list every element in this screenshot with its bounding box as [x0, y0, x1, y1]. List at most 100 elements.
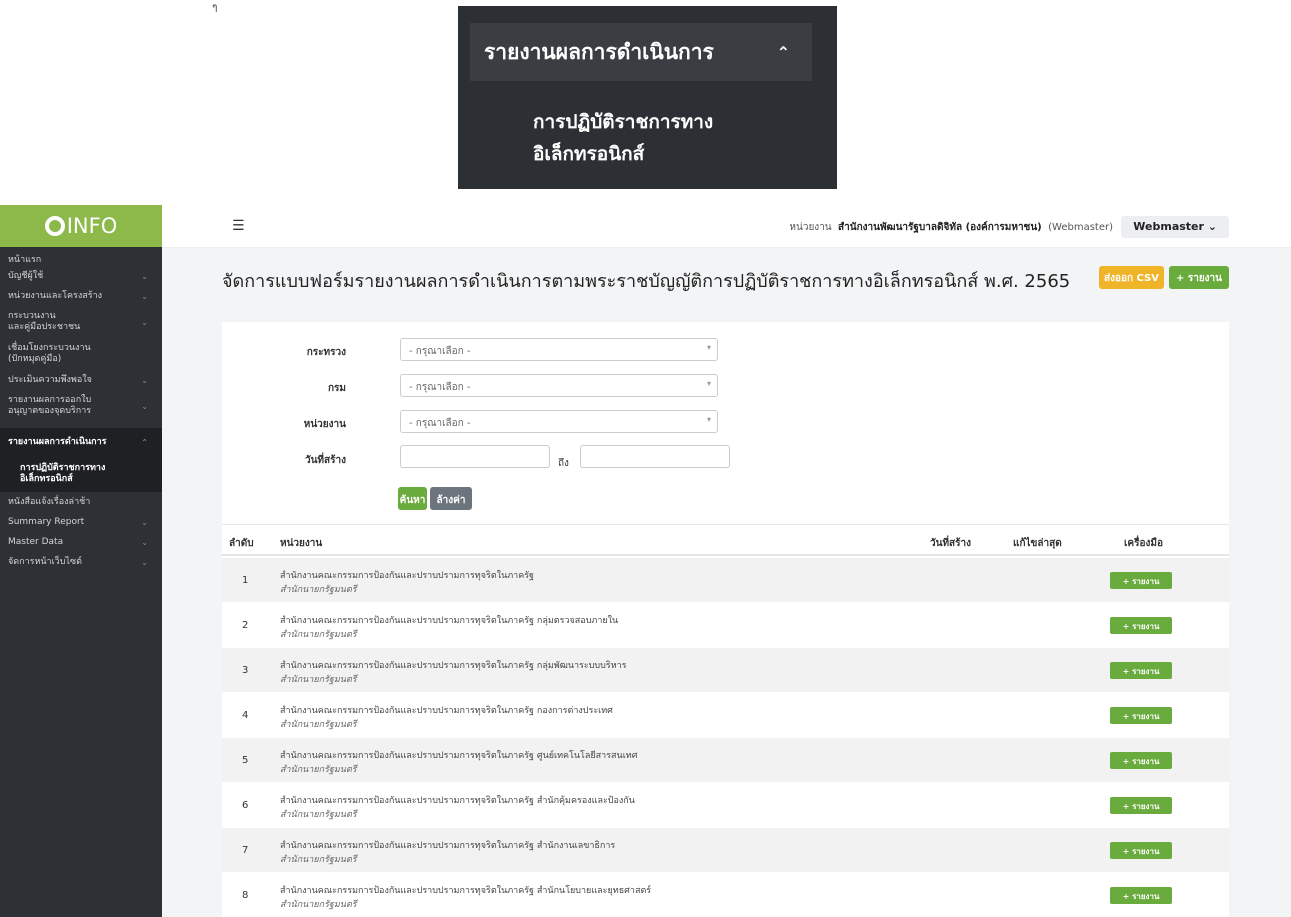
- chevron-down-icon: ⌄: [141, 291, 148, 301]
- row-unit-name: สำนักงานคณะกรรมการป้องกันและปราบปรามการท…: [280, 661, 627, 671]
- row-unit-name: สำนักงานคณะกรรมการป้องกันและปราบปรามการท…: [280, 796, 635, 806]
- row-add-report-button[interactable]: + รายงาน: [1110, 797, 1172, 814]
- date-to-input[interactable]: [580, 445, 730, 468]
- sidebar-item[interactable]: รายงานผลการออกใบ อนุญาตของจุดบริการ ⌄: [0, 390, 162, 422]
- row-unit-name: สำนักงานคณะกรรมการป้องกันและปราบปรามการท…: [280, 571, 535, 581]
- sidebar-item[interactable]: รายงานผลการดำเนินการ ⌃: [0, 428, 162, 456]
- row-add-report-button[interactable]: + รายงาน: [1110, 572, 1172, 589]
- row-add-report-button[interactable]: + รายงาน: [1110, 842, 1172, 859]
- table-row: 4 สำนักงานคณะกรรมการป้องกันและปราบปรามการ…: [222, 693, 1229, 738]
- sidebar: INFO หน้าแรก บัญชีผู้ใช้ ⌄ หน่วยงานและโครงส…: [0, 205, 162, 917]
- ministry-value: - กรุณาเลือก -: [409, 346, 471, 357]
- sidebar-item-label: การปฏิบัติราชการทาง อิเล็กทรอนิกส์: [20, 463, 106, 484]
- sidebar-item-label: Summary Report: [8, 516, 85, 527]
- row-unit-parent: สำนักนายกรัฐมนตรี: [280, 720, 357, 730]
- date-from-input[interactable]: [400, 445, 550, 468]
- col-edited: แก้ไขล่าสุด: [1013, 538, 1062, 549]
- unit-value: - กรุณาเลือก -: [409, 418, 471, 429]
- ministry-select[interactable]: - กรุณาเลือก - ▾: [400, 338, 718, 361]
- row-number: 6: [242, 800, 249, 811]
- col-created: วันที่สร้าง: [930, 538, 972, 549]
- row-add-report-button[interactable]: + รายงาน: [1110, 752, 1172, 769]
- dropdown-arrow-icon: ▾: [706, 379, 711, 388]
- chevron-up-icon: ⌃: [776, 42, 790, 62]
- chevron-up-icon: ⌃: [141, 437, 148, 447]
- sidebar-item[interactable]: หนังสือแจ้งเรื่องล่าช้า: [0, 492, 162, 512]
- zoom-submenu-line1: การปฏิบัติราชการทาง: [533, 111, 714, 133]
- hamburger-icon[interactable]: ☰: [232, 218, 245, 234]
- page-title: จัดการแบบฟอร์มรายงานผลการดำเนินการตามพระ…: [222, 271, 1071, 292]
- sidebar-item[interactable]: หน่วยงานและโครงสร้าง ⌄: [0, 286, 162, 306]
- sidebar-item[interactable]: ประเมินความพึงพอใจ ⌄: [0, 370, 162, 390]
- row-unit-parent: สำนักนายกรัฐมนตรี: [280, 630, 357, 640]
- logo-text: INFO: [66, 214, 118, 238]
- table-header: ลำดับ หน่วยงาน วันที่สร้าง แก้ไขล่าสุด เ…: [222, 524, 1229, 556]
- top-bar: ☰ หน่วยงาน สำนักงานพัฒนารัฐบาลดิจิทัล (อ…: [162, 205, 1291, 248]
- sidebar-item[interactable]: เชื่อมโยงกระบวนงาน (ปักหมุดคู่มือ): [0, 338, 162, 370]
- row-number: 1: [242, 575, 249, 586]
- sidebar-item[interactable]: Summary Report ⌄: [0, 512, 162, 532]
- table-row: 7 สำนักงานคณะกรรมการป้องกันและปราบปรามการ…: [222, 828, 1229, 873]
- sidebar-item-label: รายงานผลการออกใบ อนุญาตของจุดบริการ: [8, 395, 92, 416]
- row-add-report-button[interactable]: + รายงาน: [1110, 617, 1172, 634]
- main-content: กระทรวง - กรุณาเลือก - ▾ กรม - กรุณาเลือก…: [162, 310, 1291, 917]
- logo[interactable]: INFO: [0, 205, 162, 247]
- user-name: Webmaster: [1133, 220, 1204, 233]
- table-row: 1 สำนักงานคณะกรรมการป้องกันและปราบปรามการ…: [222, 558, 1229, 603]
- row-unit-parent: สำนักนายกรัฐมนตรี: [280, 900, 357, 910]
- table-row: 3 สำนักงานคณะกรรมการป้องกันและปราบปรามการ…: [222, 648, 1229, 693]
- row-unit-name: สำนักงานคณะกรรมการป้องกันและปราบปรามการท…: [280, 616, 619, 626]
- zoomed-menu-panel: รายงานผลการดำเนินการ ⌃ การปฏิบัติราชการท…: [458, 6, 837, 189]
- sidebar-item[interactable]: หน้าแรก: [0, 255, 162, 266]
- col-tools: เครื่องมือ: [1124, 538, 1163, 549]
- chevron-down-icon: ⌄: [141, 401, 148, 411]
- sidebar-nav: หน้าแรก บัญชีผู้ใช้ ⌄ หน่วยงานและโครงสร้าง ⌄…: [0, 247, 162, 572]
- chevron-down-icon: ⌄: [141, 271, 148, 281]
- role-label: (Webmaster): [1048, 222, 1113, 233]
- dept-select[interactable]: - กรุณาเลือก - ▾: [400, 374, 718, 397]
- row-unit-parent: สำนักนายกรัฐมนตรี: [280, 810, 357, 820]
- zoom-submenu-item[interactable]: การปฏิบัติราชการทาง อิเล็กทรอนิกส์: [533, 106, 773, 170]
- dropdown-arrow-icon: ▾: [706, 415, 711, 424]
- sidebar-item-label: หน่วยงานและโครงสร้าง: [8, 290, 103, 301]
- sidebar-item[interactable]: จัดการหน้าเว็บไซต์ ⌄: [0, 552, 162, 572]
- sidebar-item[interactable]: บัญชีผู้ใช้ ⌄: [0, 266, 162, 286]
- chevron-down-icon: ⌄: [141, 517, 148, 527]
- dropdown-arrow-icon: ▾: [706, 343, 711, 352]
- sidebar-item[interactable]: กระบวนงาน และคู่มือประชาชน ⌄: [0, 306, 162, 338]
- search-button[interactable]: ค้นหา: [398, 487, 427, 510]
- col-no: ลำดับ: [229, 538, 254, 549]
- row-unit-parent: สำนักนายกรัฐมนตรี: [280, 675, 357, 685]
- chevron-down-icon: ⌄: [1207, 220, 1217, 233]
- unit-select[interactable]: - กรุณาเลือก - ▾: [400, 410, 718, 433]
- unit-select-label: หน่วยงาน: [303, 419, 346, 430]
- date-to-label: ถึง: [558, 458, 569, 469]
- date-label: วันที่สร้าง: [304, 455, 346, 466]
- row-add-report-button[interactable]: + รายงาน: [1110, 887, 1172, 904]
- unit-name: สำนักงานพัฒนารัฐบาลดิจิทัล (องค์การมหาชน…: [838, 222, 1042, 233]
- sidebar-item-label: จัดการหน้าเว็บไซต์: [8, 556, 82, 567]
- row-add-report-button[interactable]: + รายงาน: [1110, 662, 1172, 679]
- row-number: 5: [242, 755, 249, 766]
- chevron-down-icon: ⌄: [141, 537, 148, 547]
- sidebar-item-label: เชื่อมโยงกระบวนงาน (ปักหมุดคู่มือ): [8, 343, 91, 364]
- clear-button[interactable]: ล้างค่า: [430, 487, 472, 510]
- export-csv-button[interactable]: ส่งออก CSV: [1099, 266, 1164, 289]
- row-unit-parent: สำนักนายกรัฐมนตรี: [280, 585, 357, 595]
- chevron-down-icon: ⌄: [141, 375, 148, 385]
- magnifier-icon: [44, 216, 65, 236]
- user-menu-button[interactable]: Webmaster ⌄: [1121, 216, 1229, 238]
- row-add-report-button[interactable]: + รายงาน: [1110, 707, 1172, 724]
- sidebar-item-label: หน้าแรก: [8, 255, 42, 265]
- table-row: 8 สำนักงานคณะกรรมการป้องกันและปราบปรามการ…: [222, 873, 1229, 917]
- sidebar-item[interactable]: Master Data ⌄: [0, 532, 162, 552]
- sidebar-item[interactable]: การปฏิบัติราชการทาง อิเล็กทรอนิกส์: [0, 456, 162, 492]
- row-number: 4: [242, 710, 249, 721]
- row-unit-parent: สำนักนายกรัฐมนตรี: [280, 765, 357, 775]
- unit-label: หน่วยงาน: [789, 222, 832, 233]
- zoom-menu-header[interactable]: รายงานผลการดำเนินการ ⌃: [470, 23, 812, 81]
- row-number: 7: [242, 845, 249, 856]
- sidebar-item-label: กระบวนงาน และคู่มือประชาชน: [8, 311, 81, 332]
- add-report-button[interactable]: + รายงาน: [1169, 266, 1229, 289]
- sidebar-item-label: Master Data: [8, 536, 64, 547]
